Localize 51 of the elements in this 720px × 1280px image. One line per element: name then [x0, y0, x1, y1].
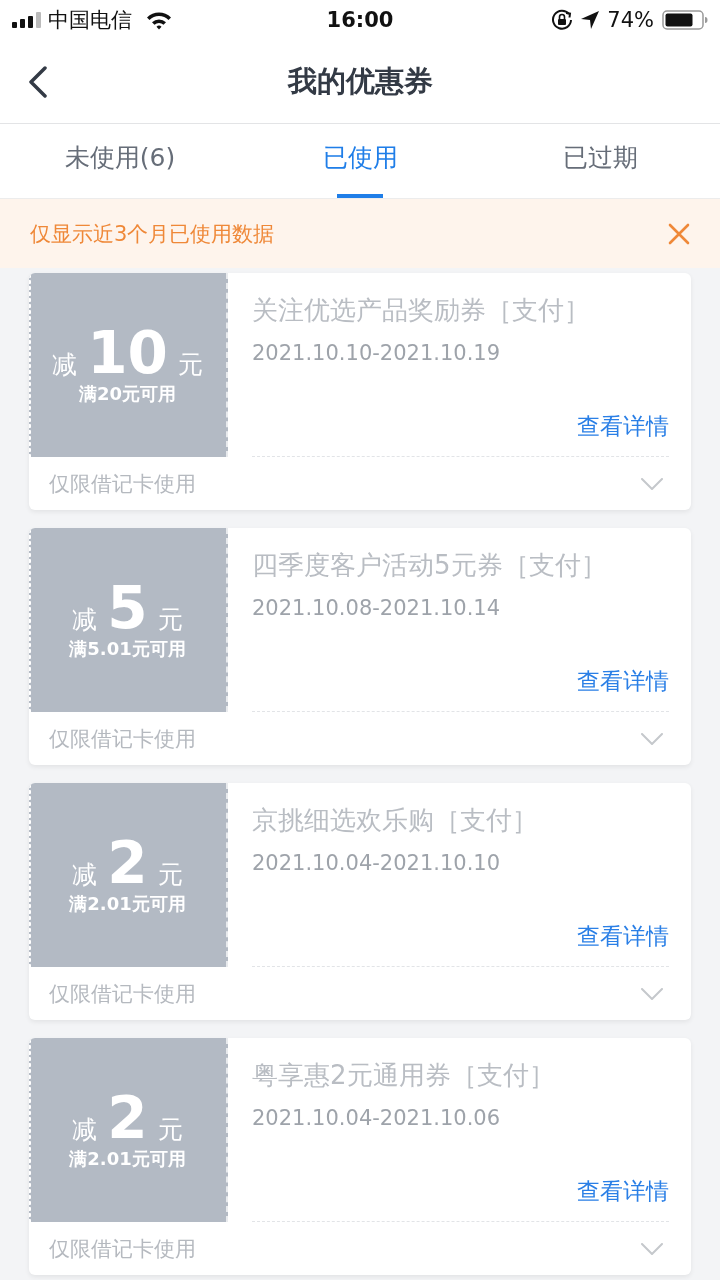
minimum-spend: 满2.01元可用: [69, 1147, 186, 1171]
currency-unit: 元: [157, 859, 183, 891]
location-arrow-icon: [581, 11, 600, 29]
chevron-icon[interactable]: [641, 477, 663, 490]
discount-amount: 2: [107, 834, 148, 892]
currency-unit: 元: [157, 604, 183, 636]
notice-text: 仅显示近3个月已使用数据: [30, 220, 275, 248]
minimum-spend: 满5.01元可用: [69, 637, 186, 661]
discount-amount: 10: [87, 324, 168, 382]
coupon-name: 关注优选产品奖励券［支付］: [252, 294, 591, 327]
chevron-icon[interactable]: [641, 1242, 663, 1255]
coupon-name: 粤享惠2元通用券［支付］: [252, 1059, 556, 1092]
validity-period: 2021.10.10-2021.10.19: [252, 341, 502, 365]
usage-restriction: 仅限借记卡使用: [49, 725, 196, 753]
chevron-icon[interactable]: [641, 987, 663, 1000]
view-details-link[interactable]: 查看详情: [577, 1176, 669, 1207]
currency-unit: 元: [157, 1114, 183, 1146]
validity-period: 2021.10.08-2021.10.14: [252, 596, 502, 620]
close-icon[interactable]: [668, 222, 690, 245]
tab[interactable]: 已使用: [240, 124, 480, 198]
view-details-link[interactable]: 查看详情: [577, 921, 669, 952]
tab[interactable]: 已过期: [480, 124, 720, 198]
signal-icon: [12, 12, 42, 28]
discount-prefix: 减: [72, 604, 98, 636]
discount-amount: 5: [107, 579, 148, 637]
battery-percentage: 74%: [607, 8, 654, 32]
chevron-icon[interactable]: [641, 732, 663, 745]
minimum-spend: 满20元可用: [78, 382, 177, 406]
rotation-lock-icon: [551, 9, 574, 31]
view-details-link[interactable]: 查看详情: [577, 411, 669, 442]
validity-period: 2021.10.04-2021.10.06: [252, 1106, 502, 1130]
tab[interactable]: 未使用(6): [0, 124, 240, 198]
usage-restriction: 仅限借记卡使用: [49, 1235, 196, 1263]
usage-restriction: 仅限借记卡使用: [49, 980, 196, 1008]
coupon-name: 京挑细选欢乐购［支付］: [252, 804, 539, 837]
page-title: 我的优惠券: [287, 62, 433, 100]
view-details-link[interactable]: 查看详情: [577, 666, 669, 697]
battery-icon: [662, 10, 708, 30]
wifi-icon: [146, 10, 172, 30]
coupon-name: 四季度客户活动5元券［支付］: [252, 549, 608, 582]
discount-amount: 2: [107, 1089, 148, 1147]
usage-restriction: 仅限借记卡使用: [49, 470, 196, 498]
discount-prefix: 减: [72, 859, 98, 891]
discount-prefix: 减: [52, 349, 78, 381]
minimum-spend: 满2.01元可用: [69, 892, 186, 916]
currency-unit: 元: [177, 349, 203, 381]
clock-time: 16:00: [326, 8, 394, 32]
discount-prefix: 减: [72, 1114, 98, 1146]
carrier-name: 中国电信: [48, 7, 132, 34]
back-icon[interactable]: [28, 66, 48, 98]
validity-period: 2021.10.04-2021.10.10: [252, 851, 502, 875]
